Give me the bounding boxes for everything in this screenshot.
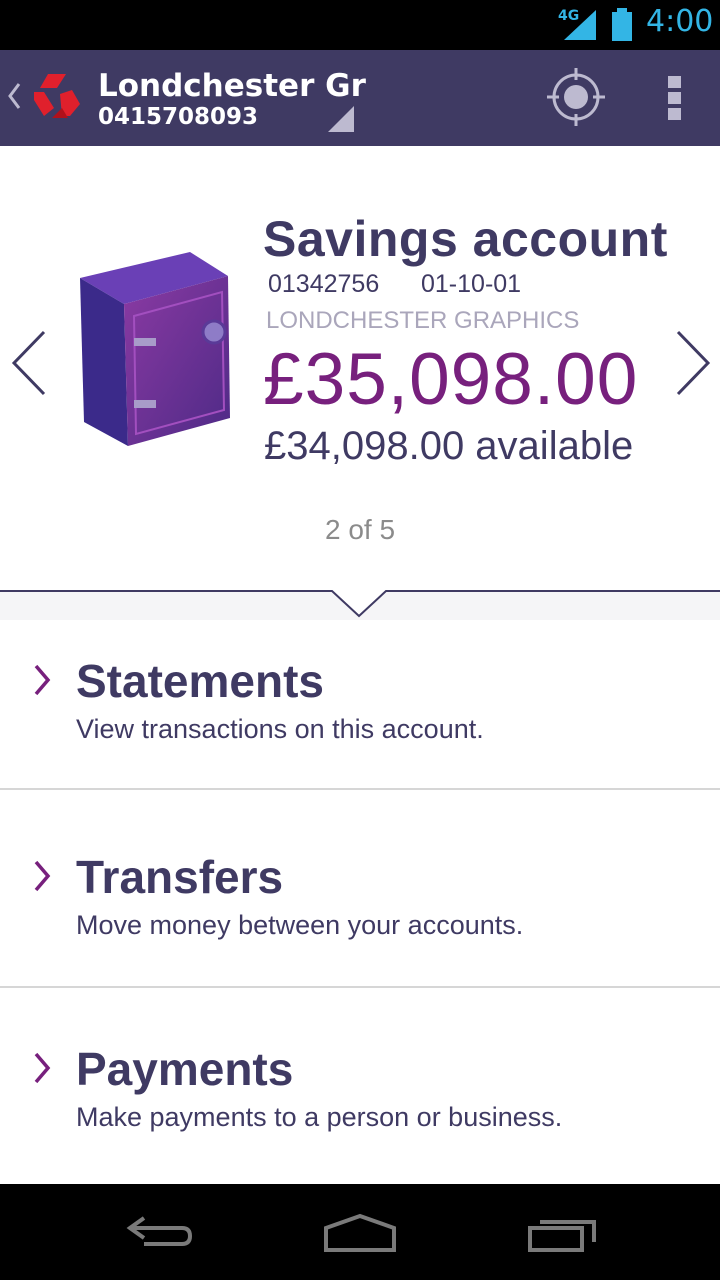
app-bar: Londchester Gr 0415708093 — [0, 50, 720, 146]
signal-icon — [564, 10, 596, 40]
status-clock: 4:00 — [646, 4, 714, 39]
account-number: 01342756 — [268, 270, 380, 298]
safe-icon — [80, 252, 232, 536]
account-carousel: Savings account 01342756 01-10-01 LONDCH… — [0, 146, 720, 620]
menu-item-description: View transactions on this account. — [76, 714, 484, 744]
account-title: Savings account — [263, 211, 668, 267]
battery-icon — [612, 8, 632, 41]
back-nav-icon[interactable] — [124, 1212, 196, 1252]
menu-item-transfers[interactable]: Transfers Move money between your accoun… — [0, 796, 720, 992]
chevron-left-icon[interactable] — [10, 330, 50, 396]
chevron-right-small-icon — [34, 1052, 51, 1084]
back-caret-icon[interactable] — [6, 80, 22, 112]
available-balance: £34,098.00 available — [264, 424, 634, 468]
menu-item-description: Make payments to a person or business. — [76, 1102, 563, 1132]
menu-item-description: Move money between your accounts. — [76, 910, 524, 940]
status-bar: 4G 4:00 — [0, 0, 720, 50]
locate-icon[interactable] — [545, 66, 607, 128]
menu-item-statements[interactable]: Statements View transactions on this acc… — [0, 600, 720, 796]
bank-logo-icon — [34, 74, 80, 118]
menu-item-label: Payments — [76, 1043, 294, 1095]
home-nav-icon[interactable] — [322, 1212, 398, 1254]
sort-code: 01-10-01 — [421, 270, 522, 298]
system-nav-bar — [0, 1184, 720, 1280]
spinner-indicator-icon[interactable] — [326, 106, 356, 134]
menu-divider — [0, 788, 720, 790]
app-subtitle[interactable]: 0415708093 — [98, 104, 258, 130]
carousel-pager: 2 of 5 — [324, 514, 396, 545]
recents-nav-icon[interactable] — [526, 1212, 598, 1254]
menu-item-label: Statements — [76, 655, 324, 707]
menu-item-payments[interactable]: Payments Make payments to a person or bu… — [0, 988, 720, 1184]
chevron-right-small-icon — [34, 664, 51, 696]
app-title[interactable]: Londchester Gr — [98, 68, 366, 104]
chevron-right-small-icon — [34, 860, 51, 892]
chevron-right-icon[interactable] — [672, 330, 712, 396]
menu-item-label: Transfers — [76, 851, 284, 903]
account-owner: LONDCHESTER GRAPHICS — [266, 307, 580, 334]
overflow-menu-icon[interactable] — [664, 74, 686, 122]
account-balance: £35,098.00 — [263, 339, 639, 420]
